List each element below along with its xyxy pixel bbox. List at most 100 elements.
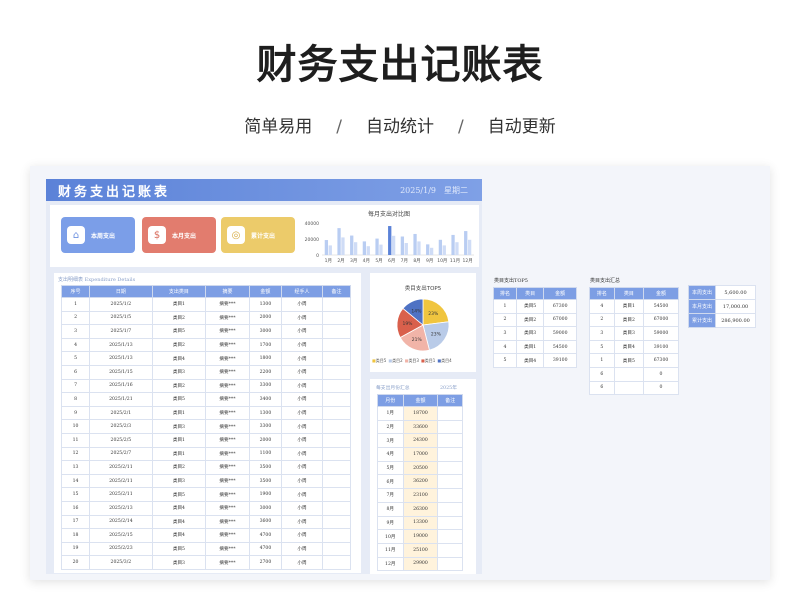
bar[interactable] — [426, 244, 430, 255]
table-cell[interactable]: 1300 — [248, 405, 283, 421]
table-cell[interactable]: 1800 — [248, 351, 283, 366]
table-cell[interactable]: 20 — [60, 555, 91, 570]
table-cell[interactable]: 类目4 — [151, 528, 207, 543]
table-cell[interactable] — [321, 297, 352, 312]
table-cell[interactable] — [321, 555, 352, 570]
table-cell[interactable]: 小周 — [281, 460, 323, 475]
table-cell[interactable] — [613, 380, 645, 396]
table-cell[interactable] — [321, 378, 352, 394]
table-cell[interactable]: 摘要*** — [205, 432, 250, 448]
table-cell[interactable]: 类目2 — [515, 312, 545, 328]
table-row[interactable]: 9 2025/2/1 类目1 摘要*** 1300 小周 — [60, 405, 352, 421]
table-cell[interactable]: 类目1 — [151, 297, 207, 312]
table-cell[interactable]: 39100 — [543, 353, 577, 368]
table-cell[interactable]: 类目4 — [151, 351, 207, 366]
table-cell[interactable]: 类目4 — [151, 514, 207, 530]
table-cell[interactable] — [437, 406, 463, 421]
table-row[interactable]: 1 2025/1/2 类目1 摘要*** 1300 小周 — [60, 297, 352, 312]
table-cell[interactable]: 67300 — [543, 299, 577, 314]
table-cell[interactable] — [321, 337, 352, 353]
table-cell[interactable]: 摘要*** — [205, 392, 250, 407]
table-row[interactable]: 8 2025/1/21 类目5 摘要*** 3400 小周 — [60, 392, 352, 407]
bar[interactable] — [379, 244, 383, 255]
table-cell[interactable]: 67000 — [543, 312, 577, 328]
table-cell[interactable]: 10月 — [377, 529, 404, 544]
table-cell[interactable] — [437, 542, 463, 558]
table-cell[interactable]: 摘要*** — [205, 324, 250, 339]
table-cell[interactable]: 类目3 — [151, 473, 207, 489]
table-cell[interactable]: 摘要*** — [205, 528, 250, 543]
table-cell[interactable]: 2700 — [248, 555, 283, 570]
table-cell[interactable]: 2月 — [377, 419, 404, 435]
table-cell[interactable]: 类目3 — [515, 326, 545, 341]
table-cell[interactable]: 11月 — [377, 542, 404, 558]
table-cell[interactable]: 3000 — [248, 500, 283, 516]
table-cell[interactable]: 4 — [589, 299, 615, 314]
table-cell[interactable] — [321, 473, 352, 489]
table-cell[interactable]: 摘要*** — [205, 555, 250, 570]
table-cell[interactable]: 1900 — [248, 487, 283, 502]
table-cell[interactable]: 类目5 — [613, 353, 645, 368]
table-cell[interactable]: 59000 — [543, 326, 577, 341]
table-cell[interactable]: 类目5 — [151, 324, 207, 339]
table-cell[interactable]: 3400 — [248, 392, 283, 407]
table-row[interactable]: 9月 13300 — [377, 515, 463, 531]
table-cell[interactable]: 5 — [589, 339, 615, 355]
table-cell[interactable]: 小周 — [281, 514, 323, 530]
table-cell[interactable]: 类目1 — [613, 299, 645, 314]
table-cell[interactable]: 小周 — [281, 500, 323, 516]
table-cell[interactable]: 2000 — [248, 310, 283, 326]
table-cell[interactable]: 摘要*** — [205, 297, 250, 312]
table-cell[interactable]: 67300 — [643, 353, 679, 368]
table-cell[interactable]: 摘要*** — [205, 500, 250, 516]
table-cell[interactable]: 4 — [60, 337, 91, 353]
table-cell[interactable]: 摘要*** — [205, 364, 250, 380]
table-cell[interactable]: 7 — [60, 378, 91, 394]
table-cell[interactable]: 54500 — [643, 299, 679, 314]
table-cell[interactable]: 8 — [60, 392, 91, 407]
bar[interactable] — [388, 226, 392, 255]
table-cell[interactable]: 1 — [60, 297, 91, 312]
table-row[interactable]: 10 2025/2/3 类目3 摘要*** 3300 小周 — [60, 419, 352, 434]
table-cell[interactable]: 小周 — [281, 392, 323, 407]
table-cell[interactable]: 摘要*** — [205, 419, 250, 434]
table-cell[interactable]: 6月 — [377, 474, 404, 490]
table-cell[interactable]: 小周 — [281, 405, 323, 421]
bar[interactable] — [404, 243, 408, 255]
totals-value[interactable]: 5,600.00 — [715, 285, 757, 300]
table-cell[interactable]: 5月 — [377, 460, 404, 476]
table-cell[interactable]: 2 — [493, 312, 517, 328]
table-cell[interactable]: 2 — [60, 310, 91, 326]
table-cell[interactable]: 19000 — [402, 529, 439, 544]
bar[interactable] — [353, 242, 358, 255]
table-cell[interactable]: 2025/1/21 — [89, 392, 153, 407]
table-cell[interactable]: 54500 — [543, 339, 577, 355]
table-cell[interactable]: 小周 — [281, 555, 323, 570]
table-row[interactable]: 7月 23100 — [377, 488, 463, 503]
table-cell[interactable]: 类目3 — [151, 555, 207, 570]
table-row[interactable]: 17 2025/2/14 类目4 摘要*** 3600 小周 — [60, 514, 352, 530]
table-cell[interactable]: 3300 — [248, 378, 283, 394]
table-cell[interactable]: 6 — [60, 364, 91, 380]
table-cell[interactable]: 类目1 — [515, 339, 545, 355]
table-cell[interactable]: 2000 — [248, 432, 283, 448]
table-cell[interactable]: 3300 — [248, 419, 283, 434]
table-cell[interactable]: 类目3 — [613, 326, 645, 341]
table-cell[interactable] — [321, 487, 352, 502]
weekly-expense-card[interactable]: ⌂ 本周支出 — [61, 217, 135, 253]
bar[interactable] — [438, 239, 443, 255]
table-cell[interactable]: 2200 — [248, 364, 283, 380]
table-row[interactable]: 11月 25100 — [377, 542, 463, 558]
bar[interactable] — [391, 235, 396, 255]
table-cell[interactable] — [437, 529, 463, 544]
table-row[interactable]: 5 类目4 39100 — [589, 339, 679, 355]
table-cell[interactable]: 13 — [60, 460, 91, 475]
table-cell[interactable] — [321, 514, 352, 530]
table-row[interactable]: 8月 26300 — [377, 501, 463, 517]
table-cell[interactable]: 类目4 — [515, 353, 545, 368]
table-cell[interactable]: 13300 — [402, 515, 439, 531]
table-cell[interactable]: 摘要*** — [205, 337, 250, 353]
table-cell[interactable]: 小周 — [281, 364, 323, 380]
table-cell[interactable]: 小周 — [281, 473, 323, 489]
table-cell[interactable] — [437, 556, 463, 572]
